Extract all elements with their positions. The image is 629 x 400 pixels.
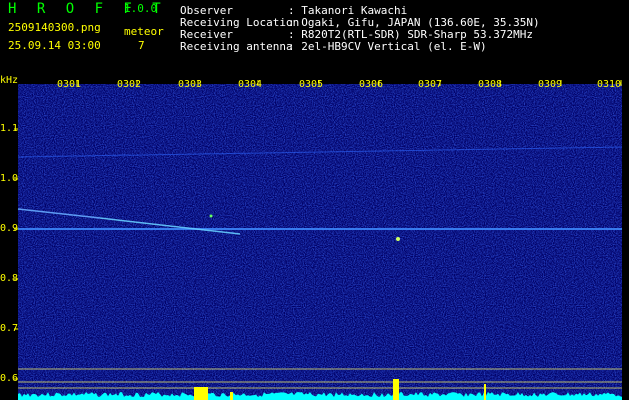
x-tick-label: 0304: [238, 79, 263, 90]
y-axis-unit: kHz: [0, 75, 19, 86]
meteor-echo: [396, 237, 400, 241]
x-tick-label: 0302: [117, 79, 142, 90]
level-peak: [393, 379, 399, 400]
x-tick-label: 0305: [299, 79, 324, 90]
spectrogram-noise: [18, 84, 622, 400]
filename: 2509140300.png: [8, 21, 101, 34]
level-peak: [484, 384, 486, 400]
y-tick-label: 0.6: [0, 373, 19, 384]
level-peak: [230, 392, 233, 400]
x-tick-label: 0301: [57, 79, 82, 90]
meteor-label: meteor: [124, 25, 164, 38]
y-tick-label: 1.0: [0, 173, 19, 184]
y-axis-ticks: [14, 128, 18, 380]
x-tick-label: 0303: [178, 79, 203, 90]
spectrogram: kHz 1.1 1.0 0.9 0.8 0.7 0.6: [0, 72, 629, 400]
meteor-count: 7: [138, 39, 145, 52]
level-peak: [194, 387, 208, 400]
y-tick-label: 0.9: [0, 223, 19, 234]
meteor-echo: [209, 214, 213, 218]
x-tick-label: 0307: [418, 79, 443, 90]
x-tick-label: 0309: [538, 79, 563, 90]
antenna-label: Receiving antenna: [180, 40, 293, 53]
spectrogram-canvas: [14, 80, 623, 400]
x-tick-label: 0308: [478, 79, 503, 90]
x-tick-label: 0306: [359, 79, 384, 90]
antenna-value: : 2el-HB9CV Vertical (el. E-W): [288, 40, 487, 53]
x-tick-label: 0310: [597, 79, 622, 90]
y-tick-label: 0.7: [0, 323, 19, 334]
app-version: 1.0.0: [124, 2, 158, 15]
y-tick-label: 1.1: [0, 123, 19, 134]
header-panel: H R O F F T 1.0.0 2509140300.png 25.09.1…: [0, 0, 629, 72]
y-tick-label: 0.8: [0, 273, 19, 284]
datetime: 25.09.14 03:00: [8, 39, 101, 52]
